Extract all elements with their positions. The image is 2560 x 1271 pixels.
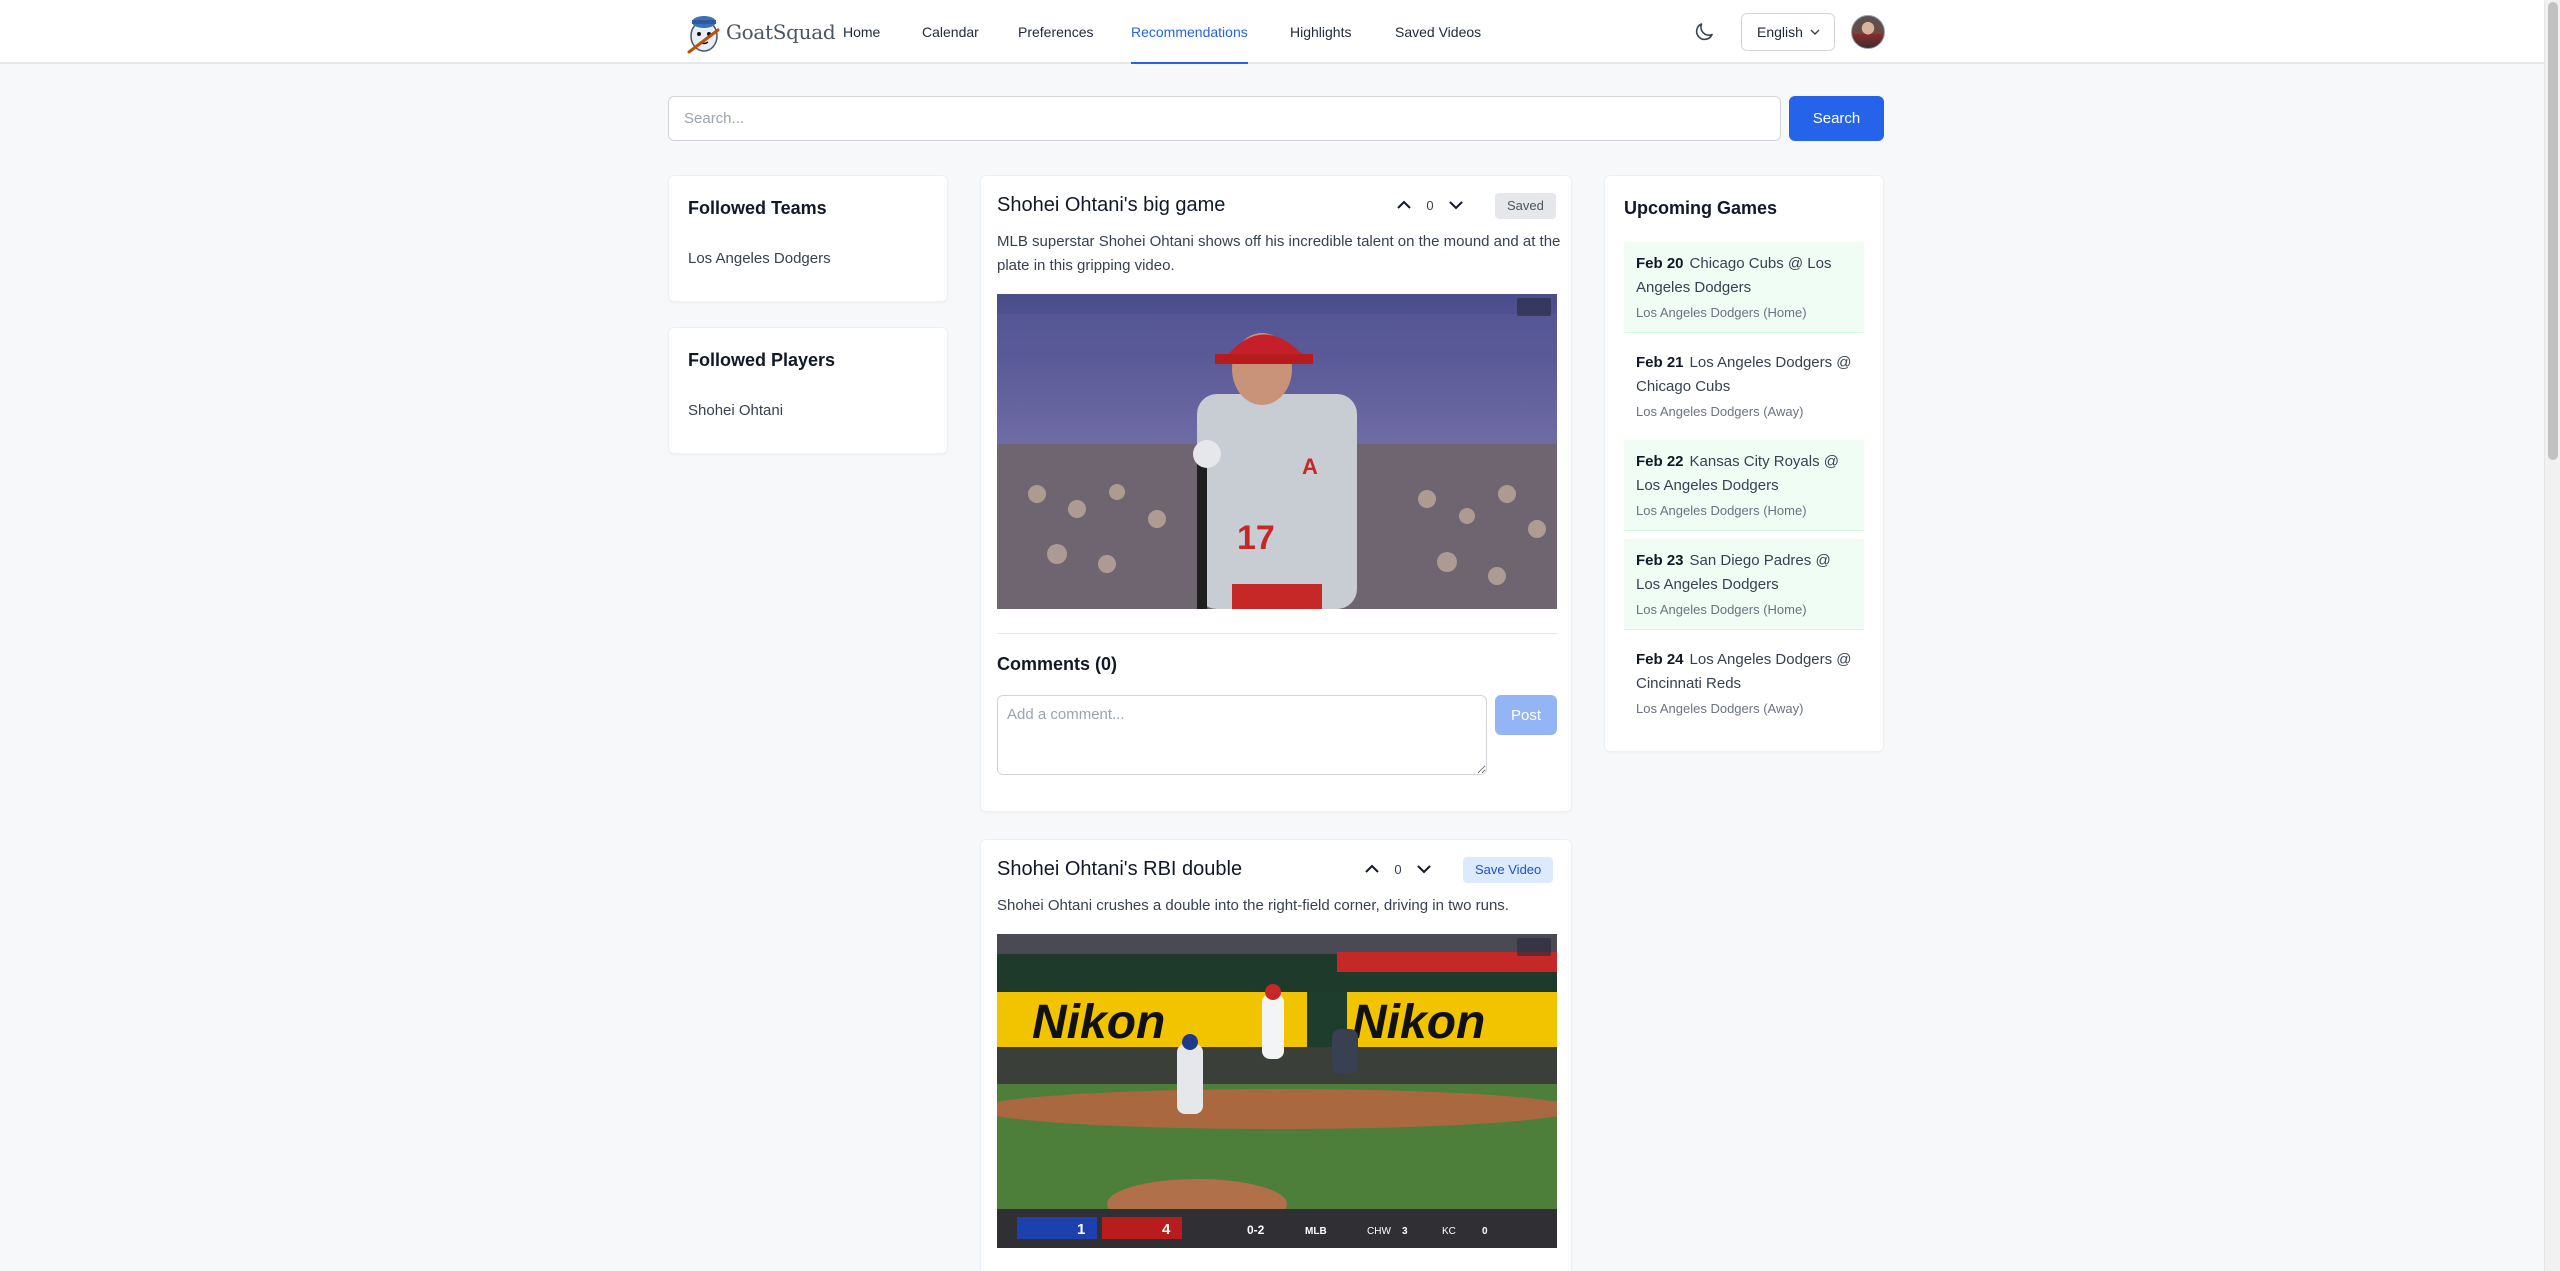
followed-players-title: Followed Players (688, 350, 836, 370)
away-score: 1 (1077, 1221, 1085, 1238)
pitch-count: 0-2 (1247, 1223, 1265, 1237)
video-thumbnail: Nikon Nikon 1 4 0-2 MLB CHW 3 KC 0 (997, 934, 1557, 1248)
game-meta: Los Angeles Dodgers (Home) (1636, 503, 1807, 518)
page-scrollbar[interactable] (2544, 0, 2560, 1271)
game-date: Feb 20 (1636, 255, 1684, 272)
chevron-down-icon (1810, 29, 1820, 35)
league-label: MLB (1305, 1226, 1327, 1237)
video-card: Shohei Ohtani's RBI double 0 Save Video … (980, 839, 1572, 1271)
upcoming-games-title: Upcoming Games (1624, 198, 1778, 218)
nav-home[interactable]: Home (843, 0, 880, 64)
game-date: Feb 24 (1636, 651, 1684, 668)
post-comment-button[interactable]: Post (1495, 695, 1557, 735)
video-title: Shohei Ohtani's big game (997, 194, 1226, 216)
video-card: Shohei Ohtani's big game 0 Saved MLB sup… (980, 175, 1572, 812)
upvote-icon[interactable] (1394, 195, 1414, 215)
vote-count: 0 (1394, 861, 1402, 877)
search-input[interactable] (668, 96, 1781, 141)
game-meta: Los Angeles Dodgers (Away) (1636, 701, 1804, 716)
game-date: Feb 23 (1636, 552, 1684, 569)
game-item[interactable]: Feb 21 Los Angeles Dodgers @ Chicago Cubs… (1624, 341, 1864, 431)
game-meta: Los Angeles Dodgers (Home) (1636, 305, 1807, 320)
vote-controls: 0 (1362, 859, 1434, 879)
game-item[interactable]: Feb 22 Kansas City Royals @ Los Angeles D… (1624, 440, 1864, 531)
game-item[interactable]: Feb 20 Chicago Cubs @ Los Angeles Dodgers… (1624, 242, 1864, 333)
comments-title: Comments (0) (997, 654, 1118, 674)
save-video-button[interactable]: Save Video (1463, 857, 1554, 883)
game-date: Feb 21 (1636, 354, 1684, 371)
followed-team-item[interactable]: Los Angeles Dodgers (688, 250, 831, 267)
game-meta: Los Angeles Dodgers (Away) (1636, 404, 1804, 419)
svg-text:Nikon: Nikon (1352, 996, 1485, 1049)
nav-preferences[interactable]: Preferences (1018, 0, 1093, 64)
ticker-team: CHW (1367, 1226, 1391, 1237)
vote-count: 0 (1426, 197, 1434, 213)
top-navbar: GoatSquad Home Calendar Preferences Reco… (0, 0, 2544, 64)
goat-mascot-icon (684, 8, 724, 56)
followed-player-item[interactable]: Shohei Ohtani (688, 402, 783, 419)
user-avatar[interactable] (1851, 15, 1885, 49)
video-thumbnail: A 17 (997, 294, 1557, 609)
search-button[interactable]: Search (1789, 96, 1884, 141)
comment-input[interactable] (997, 695, 1487, 775)
nav-recommendations[interactable]: Recommendations (1131, 0, 1248, 64)
game-date: Feb 22 (1636, 453, 1684, 470)
ticker-score: 0 (1482, 1226, 1488, 1237)
ticker-score: 3 (1402, 1226, 1408, 1237)
language-select[interactable]: English (1741, 13, 1835, 51)
comments-divider (997, 633, 1557, 634)
game-item[interactable]: Feb 24 Los Angeles Dodgers @ Cincinnati R… (1624, 638, 1864, 728)
game-item[interactable]: Feb 23 San Diego Padres @ Los Angeles Dod… (1624, 539, 1864, 630)
downvote-icon[interactable] (1414, 859, 1434, 879)
saved-badge[interactable]: Saved (1495, 193, 1556, 219)
video-description: MLB superstar Shohei Ohtani shows off hi… (997, 233, 1561, 274)
svg-text:A: A (1302, 454, 1318, 479)
language-label: English (1757, 24, 1803, 40)
video-description: Shohei Ohtani crushes a double into the … (997, 897, 1509, 914)
followed-teams-title: Followed Teams (688, 198, 827, 218)
upvote-icon[interactable] (1362, 859, 1382, 879)
video-player[interactable]: A 17 (997, 294, 1557, 609)
brand-logo[interactable]: GoatSquad (684, 8, 836, 56)
scrollbar-thumb[interactable] (2548, 2, 2558, 460)
home-score: 4 (1162, 1221, 1171, 1238)
video-player[interactable]: Nikon Nikon 1 4 0-2 MLB CHW 3 KC 0 (997, 934, 1557, 1248)
brand-name: GoatSquad (726, 20, 836, 44)
dark-mode-toggle-icon[interactable] (1692, 20, 1716, 44)
video-overlay-icon (1517, 938, 1551, 956)
upcoming-games-card: Upcoming Games Feb 20 Chicago Cubs @ Los … (1604, 175, 1884, 752)
ticker-team: KC (1442, 1226, 1456, 1237)
video-overlay-icon (1517, 298, 1551, 316)
game-meta: Los Angeles Dodgers (Home) (1636, 602, 1807, 617)
svg-text:17: 17 (1237, 519, 1275, 557)
nav-saved-videos[interactable]: Saved Videos (1395, 0, 1481, 64)
svg-text:Nikon: Nikon (1032, 996, 1165, 1049)
followed-players-card: Followed Players Shohei Ohtani (668, 327, 948, 454)
video-title: Shohei Ohtani's RBI double (997, 858, 1243, 880)
downvote-icon[interactable] (1446, 195, 1466, 215)
vote-controls: 0 (1394, 195, 1466, 215)
followed-teams-card: Followed Teams Los Angeles Dodgers (668, 175, 948, 302)
nav-highlights[interactable]: Highlights (1290, 0, 1351, 64)
nav-calendar[interactable]: Calendar (922, 0, 979, 64)
